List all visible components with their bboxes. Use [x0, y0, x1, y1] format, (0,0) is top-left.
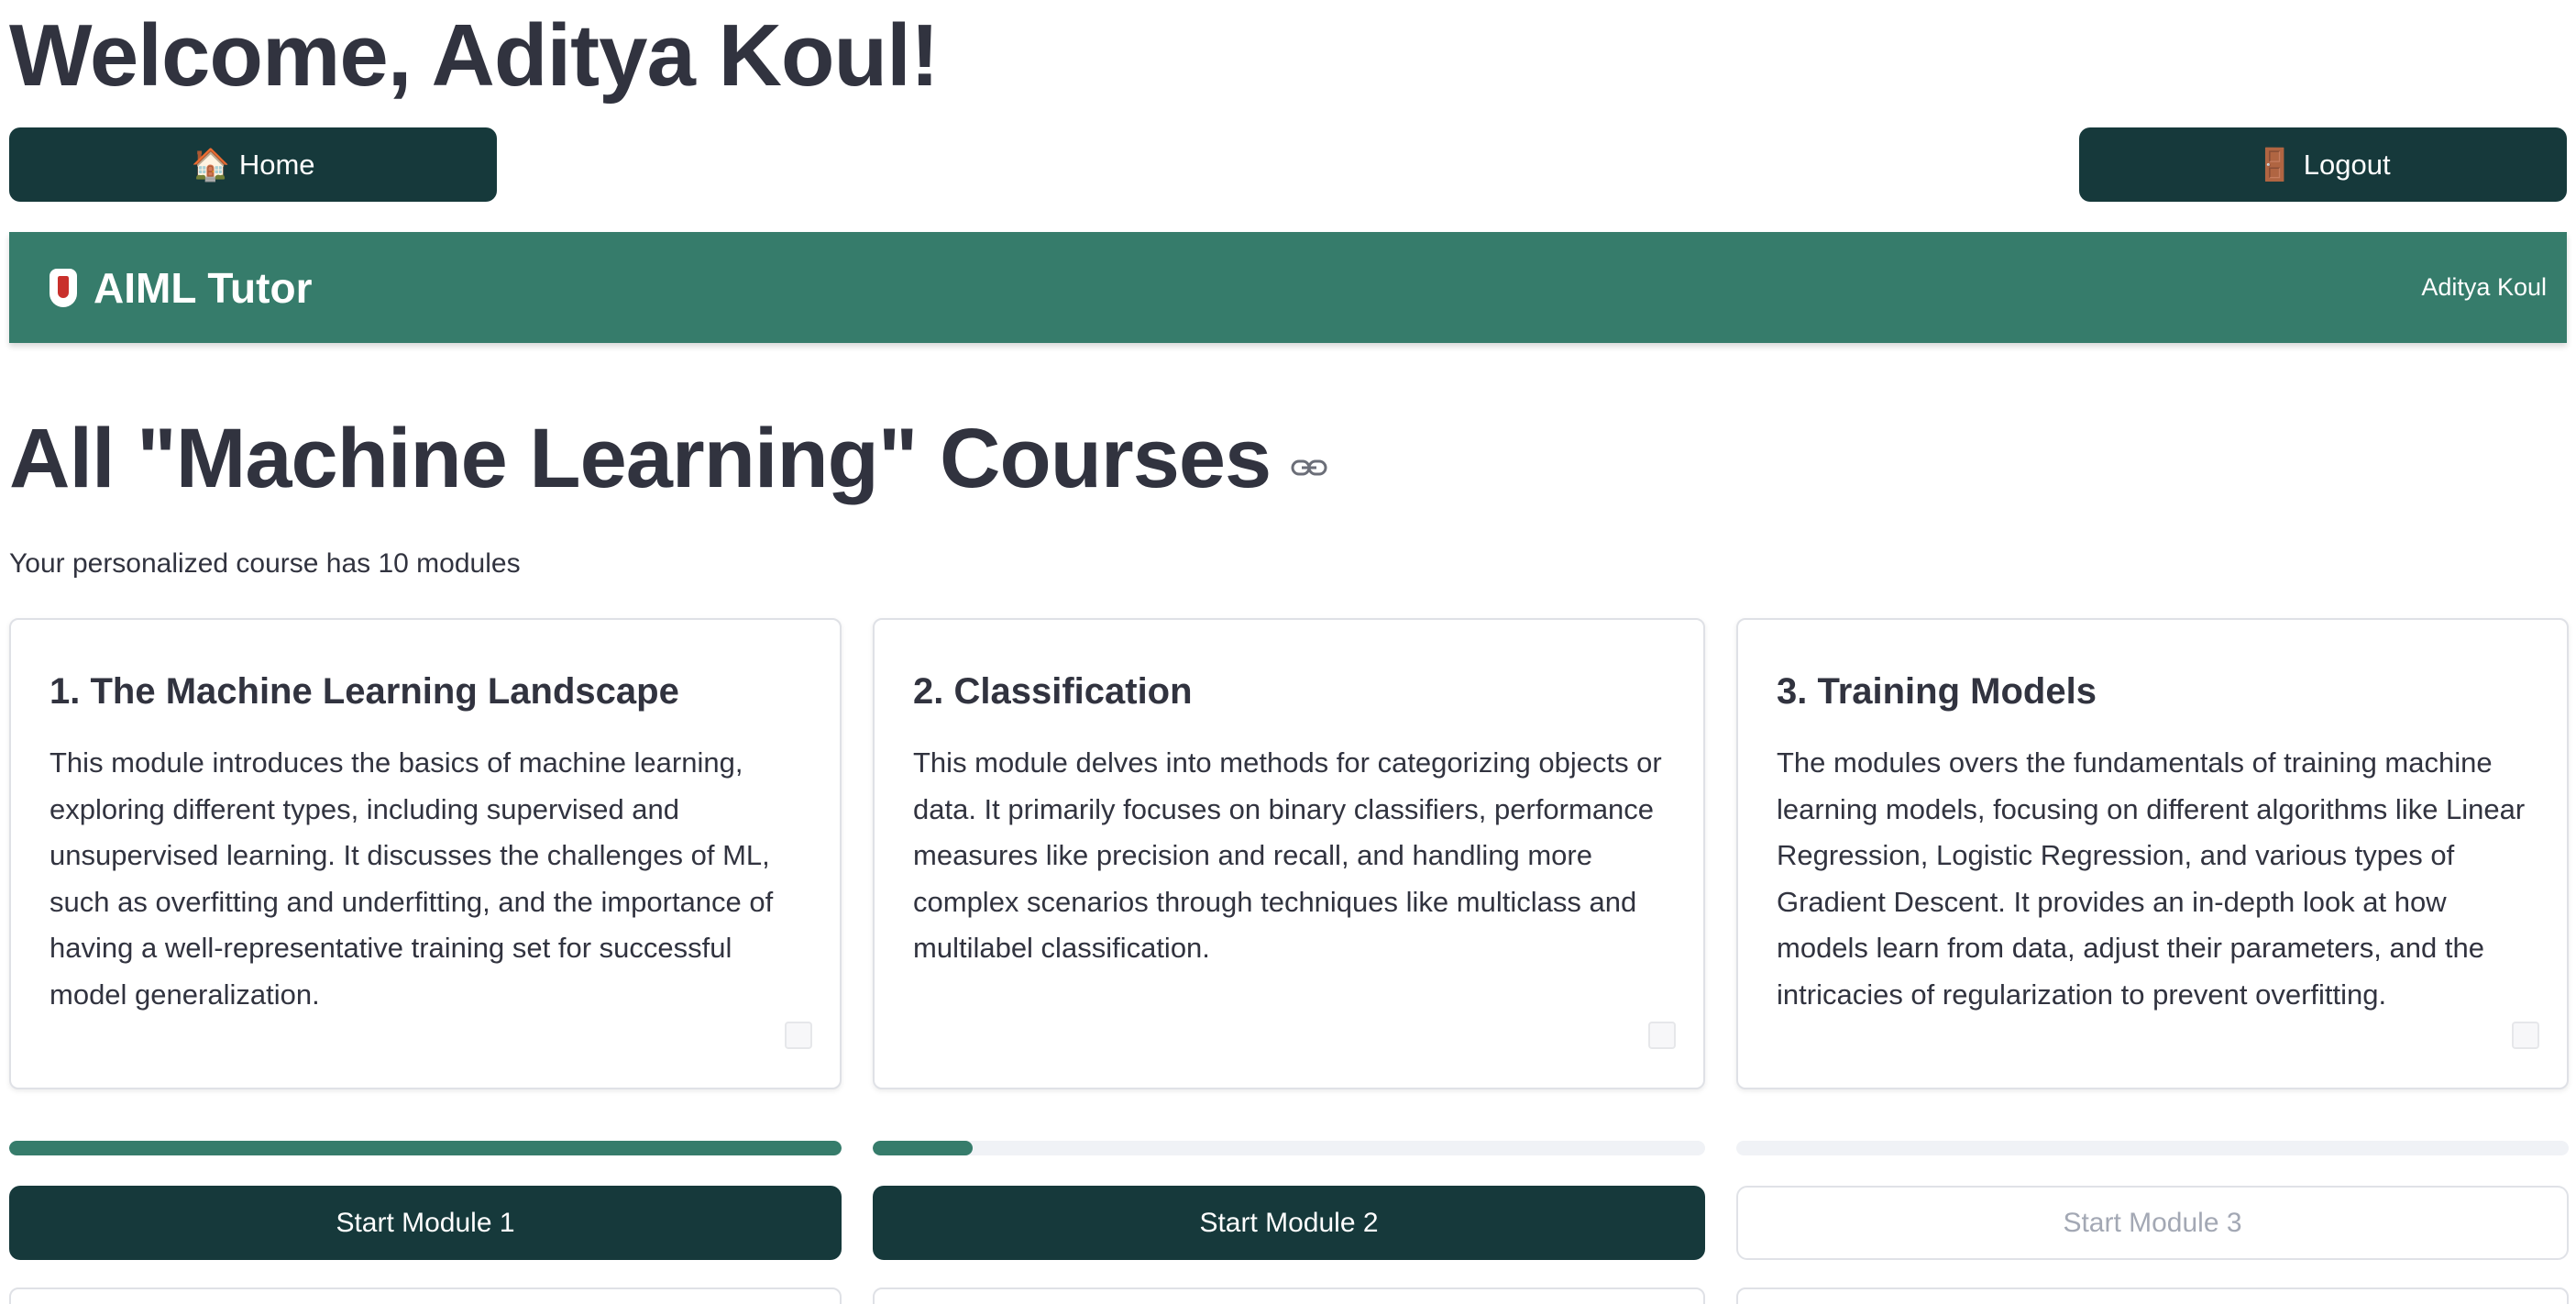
completion-checkbox[interactable]	[2512, 1022, 2539, 1049]
progress-fill	[9, 1141, 842, 1155]
module-description: The modules overs the fundamentals of tr…	[1777, 746, 2526, 1011]
logout-button[interactable]: 🚪 Logout	[2079, 127, 2567, 202]
shield-logo-icon	[50, 268, 77, 307]
brand: AIML Tutor	[50, 263, 312, 313]
welcome-heading: Welcome, Aditya Koul!	[9, 6, 940, 105]
module-card-6	[1736, 1287, 2569, 1304]
module-card-4	[9, 1287, 842, 1304]
module-card-2: 2. Classification This module delves int…	[873, 618, 1705, 1089]
module-progress-bar	[9, 1141, 842, 1155]
page: Welcome, Aditya Koul! 🏠 Home 🚪 Logout AI…	[0, 0, 2576, 1304]
module-card-3: 3. Training Models The modules overs the…	[1736, 618, 2569, 1089]
completion-checkbox[interactable]	[1648, 1022, 1676, 1049]
module-card-5	[873, 1287, 1705, 1304]
completion-checkbox[interactable]	[785, 1022, 812, 1049]
courses-title-text: All "Machine Learning" Courses	[9, 412, 1271, 505]
module-title: 1. The Machine Learning Landscape	[50, 671, 679, 712]
anchor-link-icon[interactable]	[1291, 458, 1327, 478]
module-progress-bar	[873, 1141, 1705, 1155]
door-icon: 🚪	[2255, 146, 2295, 183]
module-progress-bar	[1736, 1141, 2569, 1155]
app-banner: AIML Tutor Aditya Koul	[9, 232, 2567, 343]
progress-fill	[873, 1141, 973, 1155]
start-module-1-button[interactable]: Start Module 1	[9, 1186, 842, 1260]
start-module-2-button[interactable]: Start Module 2	[873, 1186, 1705, 1260]
start-module-3-button[interactable]: Start Module 3	[1736, 1186, 2569, 1260]
course-subtitle: Your personalized course has 10 modules	[9, 548, 521, 579]
logout-button-label: Logout	[2303, 148, 2391, 181]
module-card-1: 1. The Machine Learning Landscape This m…	[9, 618, 842, 1089]
module-description: This module introduces the basics of mac…	[50, 746, 774, 1011]
brand-name: AIML Tutor	[94, 263, 313, 312]
home-button-label: Home	[238, 148, 315, 181]
module-title: 2. Classification	[913, 671, 1193, 712]
banner-username: Aditya Koul	[2421, 273, 2547, 301]
house-icon: 🏠	[191, 146, 230, 183]
module-description: This module delves into methods for cate…	[913, 746, 1662, 964]
courses-title: All "Machine Learning" Courses	[9, 412, 1327, 505]
module-title: 3. Training Models	[1777, 671, 2097, 712]
home-button[interactable]: 🏠 Home	[9, 127, 497, 202]
